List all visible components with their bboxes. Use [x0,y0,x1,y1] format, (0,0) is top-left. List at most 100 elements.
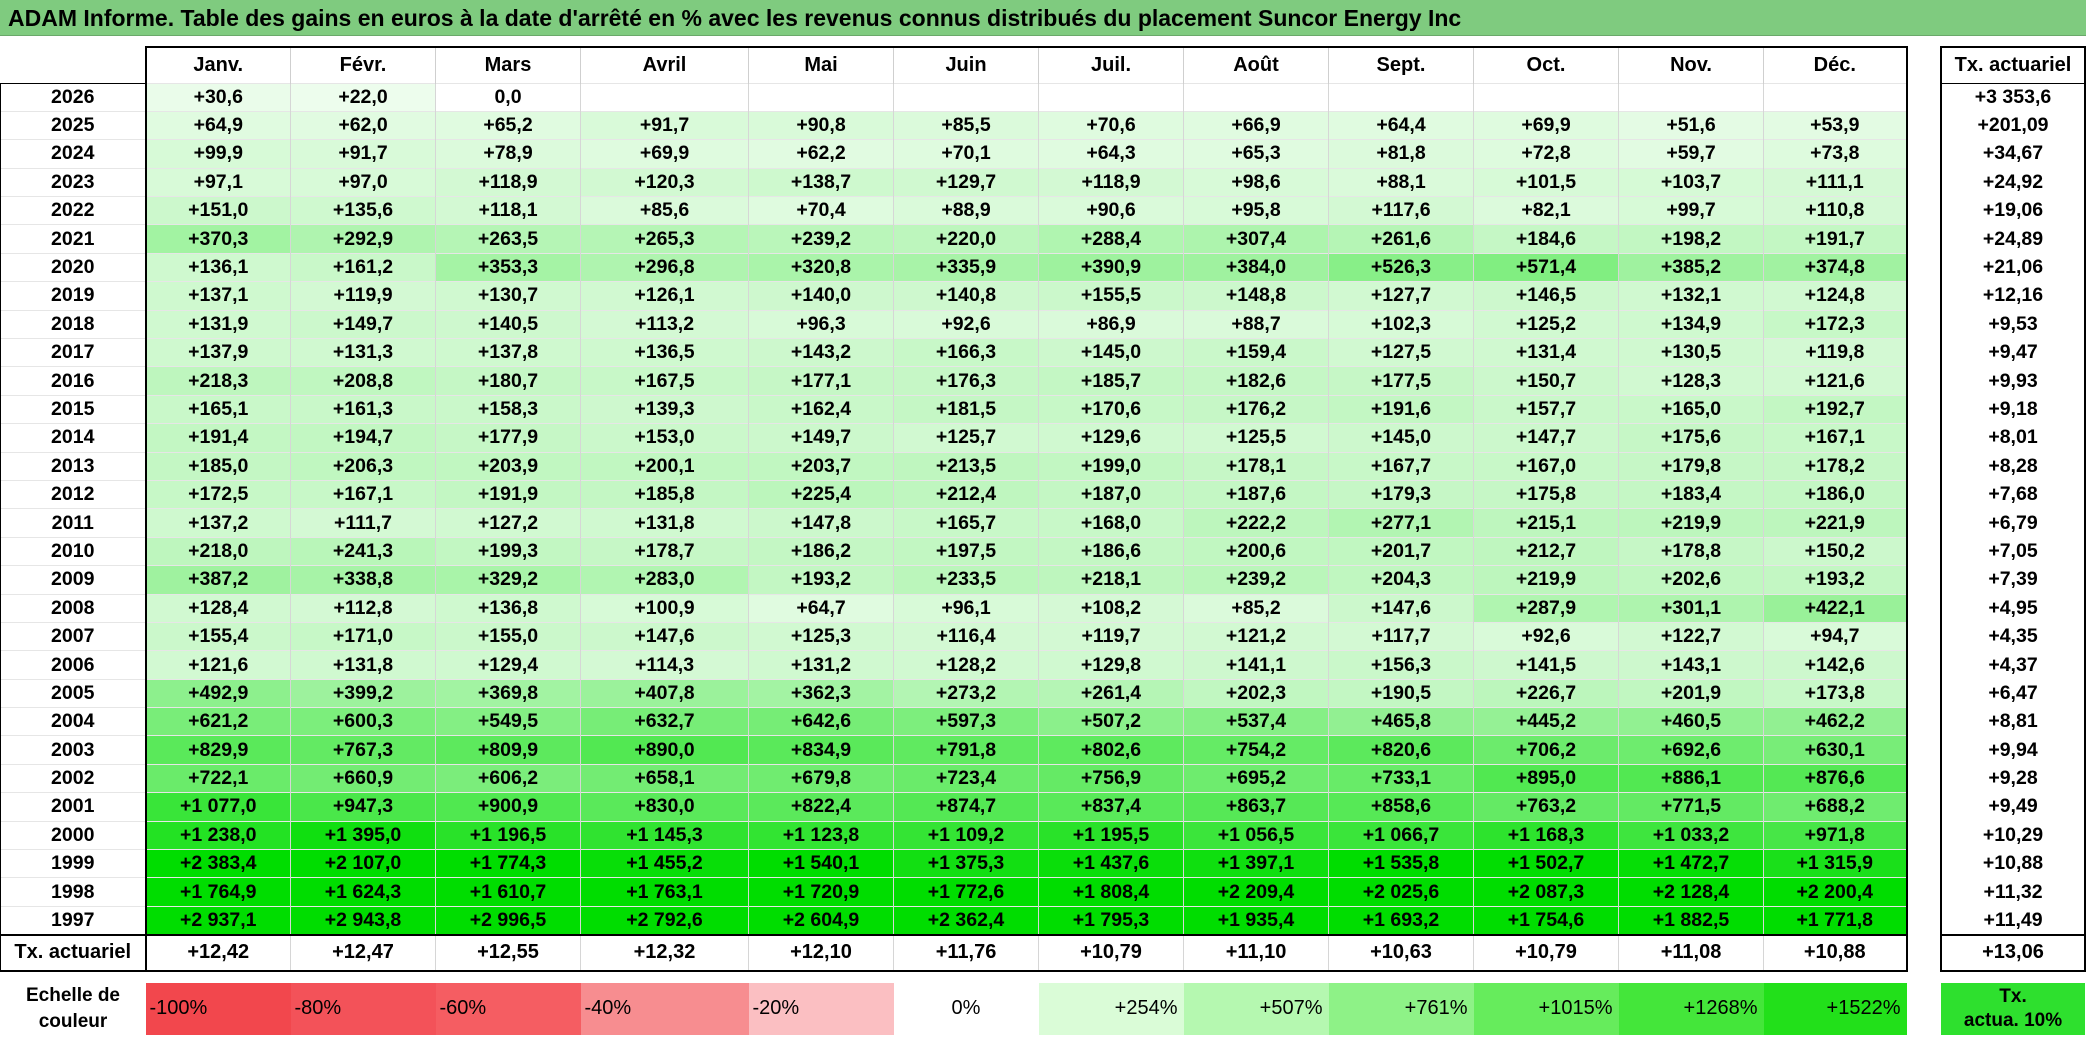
gain-cell: +73,8 [1763,139,1908,169]
annual-rate-cell: +6,47 [1940,679,2086,708]
year-row: 2012 +172,5 +167,1 +191,9 +185,8 +225,4 +212,4… [0,479,1908,509]
gain-cell: +64,3 [1038,139,1184,169]
gain-cell: +219,9 [1618,508,1764,538]
gain-cell: +51,6 [1618,110,1764,140]
gain-cell: +129,8 [1038,650,1184,680]
gain-cell: +131,2 [748,650,894,680]
gain-cell: +338,8 [290,565,436,595]
gain-cell: +128,2 [893,650,1039,680]
gain-cell: +1 771,8 [1763,905,1908,936]
gain-cell: +78,9 [435,139,581,169]
gain-cell: +201,9 [1618,678,1764,708]
annual-rate-row: +21,06 [1940,253,2086,282]
year-row: 2003 +829,9 +767,3 +809,9 +890,0 +834,9 +791,8… [0,735,1908,765]
gain-cell: +132,1 [1618,281,1764,311]
gain-cell: +186,0 [1763,479,1908,509]
year-row: 2013 +185,0 +206,3 +203,9 +200,1 +203,7 +213,5… [0,451,1908,481]
annual-rate-cell: +10,88 [1940,849,2086,878]
gain-cell: +186,6 [1038,536,1184,566]
gain-cell: +72,8 [1473,139,1619,169]
color-scale-swatch: +1522% [1763,982,1907,1035]
gain-cell: +1 196,5 [435,820,581,850]
gain-cell: +1 395,0 [290,820,436,850]
gain-cell: +239,2 [1183,565,1329,595]
year-label: 2019 [0,281,146,311]
annual-rate-cell: +6,79 [1940,508,2086,538]
gain-cell: +99,9 [144,139,291,169]
gain-cell: +194,7 [290,423,436,453]
actuarial-cell: +10,63 [1328,933,1474,972]
gain-cell: +190,5 [1328,678,1474,708]
annual-rate-cell: +201,09 [1940,111,2086,140]
gain-cell: +59,7 [1618,139,1764,169]
gain-cell: +157,7 [1473,394,1619,424]
gain-cell: +136,5 [580,338,749,367]
gain-cell: +155,0 [435,621,581,651]
gain-cell: +165,1 [144,394,291,424]
gain-cell: +92,6 [1473,621,1619,651]
gain-cell: +1 764,9 [144,877,291,907]
gain-cell: +226,7 [1473,678,1619,708]
gain-cell: +53,9 [1763,110,1908,140]
gain-cell: +108,2 [1038,593,1184,623]
year-label: 1997 [0,905,146,936]
gain-cell: +1 610,7 [435,877,581,907]
gain-cell: +22,0 [290,82,436,112]
gain-cell: +199,0 [1038,451,1184,481]
annual-rate-row: +9,53 [1940,310,2086,339]
gain-cell: +219,9 [1473,565,1619,595]
spacer-cell [749,971,894,983]
annual-rate-row: +34,67 [1940,139,2086,169]
gain-cell: +1 315,9 [1763,849,1908,878]
gain-cell: +91,7 [580,110,749,140]
annual-rate-cell: +9,94 [1940,735,2086,765]
gain-cell: +329,2 [435,565,581,595]
gain-cell: +165,7 [893,508,1039,538]
spacer-cell [1039,971,1184,983]
year-label: 2011 [0,508,146,538]
gain-cell: +1 540,1 [748,849,894,878]
gain-cell: +600,3 [290,707,436,736]
gain-cell: +127,2 [435,508,581,538]
gain-cell: +2 943,8 [290,905,436,936]
gain-cell: +2 937,1 [144,905,291,936]
gain-cell: +191,4 [144,423,291,453]
gain-cell: +1 066,7 [1328,820,1474,850]
spacer-row [1,971,1907,983]
gain-cell: +218,1 [1038,565,1184,595]
gain-cell: +147,6 [1328,593,1474,623]
color-scale-swatch: -60% [435,982,581,1035]
gain-cell: +1 774,3 [435,849,581,878]
gain-cell: +1 763,1 [580,877,749,907]
gain-cell: +70,4 [748,196,894,225]
gain-cell: +130,7 [435,281,581,311]
gain-cell: +1 195,5 [1038,820,1184,850]
year-row: 1999 +2 383,4 +2 107,0 +1 774,3 +1 455,2 +1 5… [0,849,1908,878]
gain-cell: +606,2 [435,763,581,793]
gain-cell: +218,3 [144,366,291,396]
gain-cell: +200,6 [1183,536,1329,566]
gain-cell: +692,6 [1618,735,1764,765]
gain-cell: +70,1 [893,139,1039,169]
annual-rate-body: +3 353,6 +201,09 +34,67 +24,92 +19,06 +24,89 +… [1940,83,2086,1035]
gain-cell: +129,7 [893,167,1039,197]
gain-cell: +172,3 [1763,309,1908,339]
gain-cell: +2 087,3 [1473,877,1619,907]
corner-cell [1,47,146,83]
color-scale-swatch: +1015% [1473,982,1619,1035]
gain-cell: +66,9 [1183,110,1329,140]
gain-cell: +1 056,5 [1183,820,1329,850]
gain-cell: +151,0 [144,196,291,225]
gain-cell: +212,7 [1473,536,1619,566]
year-row: 2006 +121,6 +131,8 +129,4 +114,3 +131,2 +128,2… [0,650,1908,680]
month-header-2: Févr. [290,46,436,83]
gain-cell: +971,8 [1763,820,1908,850]
gain-cell: +180,7 [435,366,581,396]
annual-rate-row: +9,94 [1940,735,2086,765]
color-scale-swatch: -40% [580,982,749,1035]
year-label: 2013 [0,451,146,481]
gain-cell: +335,9 [893,252,1039,282]
gain-cell: +178,2 [1763,451,1908,481]
year-label: 2022 [0,196,146,225]
gain-cell: +86,9 [1038,309,1184,339]
